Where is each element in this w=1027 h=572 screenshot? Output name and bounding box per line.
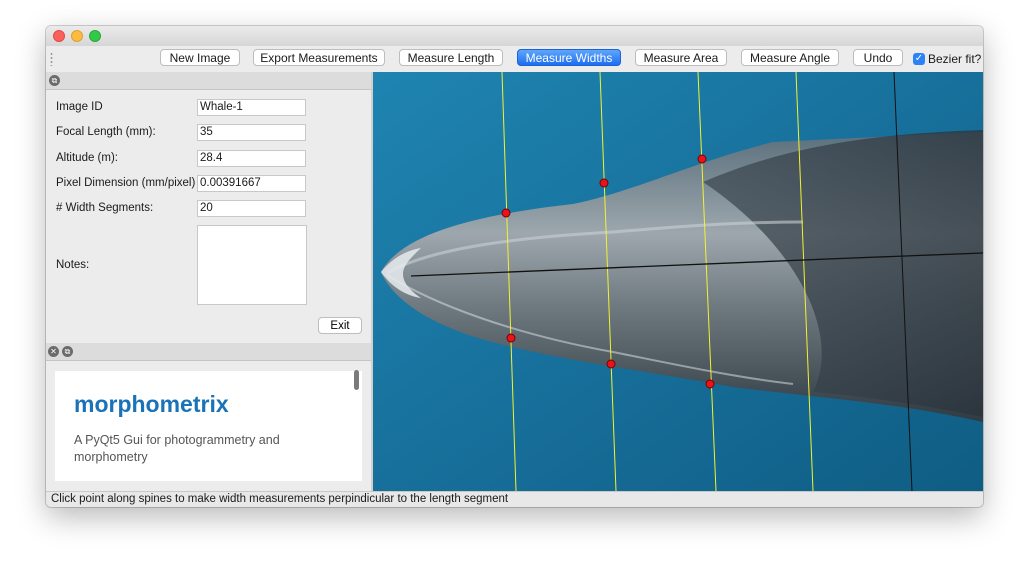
maximize-window-button[interactable] [89, 30, 101, 42]
close-dock-icon[interactable]: ✕ [48, 346, 59, 357]
bezier-fit-checkbox[interactable]: ✓ Bezier fit? [913, 51, 981, 67]
image-id-input[interactable]: Whale-1 [197, 99, 306, 116]
pixel-dimension-label: Pixel Dimension (mm/pixel) [56, 177, 196, 189]
image-viewer[interactable] [373, 72, 983, 491]
measure-angle-button[interactable]: Measure Angle [741, 49, 839, 66]
minimize-window-button[interactable] [71, 30, 83, 42]
width-point[interactable] [501, 208, 511, 218]
undo-button[interactable]: Undo [853, 49, 903, 66]
notes-textarea[interactable] [197, 225, 307, 305]
float-dock-icon[interactable]: ⧉ [62, 346, 73, 357]
docs-title: morphometrix [74, 391, 229, 417]
focal-length-input[interactable]: 35 [197, 124, 306, 141]
docs-subtitle: A PyQt5 Gui for photogrammetry and morph… [74, 433, 280, 464]
width-point[interactable] [697, 154, 707, 164]
bezier-fit-label: Bezier fit? [928, 52, 982, 66]
focal-length-label: Focal Length (mm): [56, 126, 156, 138]
new-image-button[interactable]: New Image [160, 49, 240, 66]
altitude-input[interactable]: 28.4 [197, 150, 306, 167]
measure-widths-button[interactable]: Measure Widths [517, 49, 621, 66]
measure-area-button[interactable]: Measure Area [635, 49, 727, 66]
notes-label: Notes: [56, 259, 90, 271]
docs-scrollbar[interactable] [354, 370, 359, 390]
altitude-label: Altitude (m): [56, 152, 118, 164]
image-id-label: Image ID [56, 101, 103, 113]
width-point[interactable] [705, 379, 715, 389]
export-measurements-button[interactable]: Export Measurements [253, 49, 385, 66]
image-info-form: Image ID Whale-1 Focal Length (mm): 35 A… [46, 90, 371, 343]
width-point[interactable] [599, 178, 609, 188]
status-bar: Click point along spines to make width m… [46, 491, 983, 507]
exit-button[interactable]: Exit [318, 317, 362, 334]
float-dock-icon[interactable]: ⧉ [49, 75, 60, 86]
width-segments-input[interactable]: 20 [197, 200, 306, 217]
width-point[interactable] [606, 359, 616, 369]
toolbar-grip-handle[interactable] [50, 52, 53, 66]
close-window-button[interactable] [53, 30, 65, 42]
width-point[interactable] [506, 333, 516, 343]
title-bar [46, 26, 983, 46]
pixel-dimension-input[interactable]: 0.00391667 [197, 175, 306, 192]
checkmark-icon: ✓ [913, 53, 925, 65]
width-segments-label: # Width Segments: [56, 202, 154, 214]
toolbar: New Image Export Measurements Measure Le… [46, 46, 983, 72]
docs-page: morphometrix A PyQt5 Gui for photogramme… [55, 371, 362, 481]
docs-panel: morphometrix A PyQt5 Gui for photogramme… [46, 361, 371, 491]
app-window: New Image Export Measurements Measure Le… [46, 26, 983, 507]
form-dock-header: ⧉ [46, 72, 371, 90]
docs-dock-header: ✕ ⧉ [46, 343, 371, 361]
whale-photo [373, 72, 983, 491]
measure-length-button[interactable]: Measure Length [399, 49, 503, 66]
